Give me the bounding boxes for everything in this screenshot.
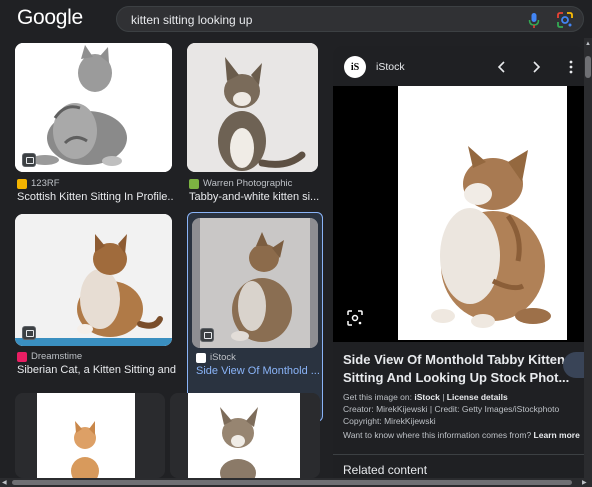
- get-image-site-link[interactable]: iStock: [414, 392, 440, 402]
- preview-title[interactable]: Side View Of Monthold Tabby Kitten Sitti…: [343, 351, 573, 387]
- image-badge-icon: [200, 328, 214, 342]
- result-source[interactable]: Warren Photographic: [189, 178, 292, 189]
- result-title[interactable]: Scottish Kitten Sitting In Profile...: [17, 191, 174, 203]
- result-title[interactable]: Side View Of Monthold ...: [196, 365, 320, 377]
- result-source[interactable]: 123RF: [17, 178, 60, 189]
- scroll-up-arrow-icon[interactable]: ▲: [585, 40, 591, 48]
- search-input[interactable]: kitten sitting looking up: [131, 13, 252, 27]
- result-source-label: iStock: [210, 352, 236, 363]
- result-source[interactable]: iStock: [196, 352, 236, 363]
- preview-image[interactable]: [398, 86, 567, 340]
- vertical-scrollbar[interactable]: ▲: [584, 38, 592, 478]
- info-question: Want to know where this information come…: [343, 430, 534, 440]
- kitten-thumbnail-image: [15, 43, 172, 172]
- microphone-icon[interactable]: [525, 10, 543, 30]
- creator-line: Creator: MirekKijewski | Credit: Getty I…: [343, 404, 560, 414]
- chevron-left-icon[interactable]: [493, 58, 511, 76]
- source-favicon-icon: [17, 351, 27, 362]
- scroll-right-arrow-icon[interactable]: ▶: [582, 479, 587, 487]
- google-lens-icon[interactable]: [555, 10, 575, 30]
- result-title[interactable]: Tabby-and-white kitten si...: [189, 191, 320, 203]
- large-image-preview[interactable]: [333, 86, 584, 342]
- image-badge-icon: [22, 153, 36, 167]
- source-favicon-icon: [189, 178, 199, 189]
- horizontal-scrollbar[interactable]: ◀ ▶: [0, 478, 592, 487]
- get-image-separator: |: [439, 392, 447, 402]
- visit-button[interactable]: [563, 352, 584, 378]
- kitten-preview-image: [398, 86, 567, 340]
- result-source-label: Dreamstime: [31, 351, 83, 362]
- panel-header: iS iStock: [333, 46, 584, 86]
- kitten-thumbnail-image: [187, 43, 318, 172]
- source-logo-icon[interactable]: iS: [344, 56, 366, 78]
- result-thumbnail[interactable]: [170, 393, 320, 478]
- result-thumbnail[interactable]: [15, 43, 172, 172]
- result-title[interactable]: Siberian Cat, a Kitten Sitting and ...: [17, 364, 177, 376]
- result-source-label: 123RF: [31, 178, 60, 189]
- learn-more-link[interactable]: Learn more: [534, 430, 580, 440]
- google-logo[interactable]: Google: [17, 6, 83, 30]
- header: Google kitten sitting looking up: [0, 0, 592, 38]
- chevron-right-icon[interactable]: [527, 58, 545, 76]
- horizontal-scroll-thumb[interactable]: [12, 480, 572, 485]
- related-content-heading: Related content: [343, 463, 428, 477]
- result-source-label: Warren Photographic: [203, 178, 293, 189]
- search-box[interactable]: kitten sitting looking up: [116, 6, 584, 32]
- result-source[interactable]: Dreamstime: [17, 351, 82, 362]
- result-thumbnail[interactable]: [15, 393, 165, 478]
- source-favicon-icon: [196, 352, 206, 363]
- license-details-link[interactable]: License details: [447, 392, 508, 402]
- source-favicon-icon: [17, 178, 27, 189]
- image-preview-panel: iS iStock Side View Of Monthold Tabby Ki…: [333, 46, 584, 478]
- panel-source-name[interactable]: iStock: [376, 61, 405, 73]
- search-inside-image-icon[interactable]: [346, 309, 364, 327]
- get-image-prefix: Get this image on:: [343, 392, 415, 402]
- copyright-line: Copyright: MirekKijewski: [343, 416, 436, 426]
- panel-divider: [333, 454, 584, 455]
- kitten-thumbnail-image: [15, 214, 172, 346]
- kitten-thumbnail-image: [15, 393, 165, 478]
- more-vert-icon[interactable]: [562, 58, 580, 76]
- info-line: Want to know where this information come…: [343, 430, 580, 440]
- result-thumbnail[interactable]: [187, 43, 318, 172]
- kitten-thumbnail-image: [170, 393, 320, 478]
- get-image-line: Get this image on: iStock | License deta…: [343, 392, 508, 402]
- result-thumbnail[interactable]: [15, 214, 172, 346]
- image-badge-icon: [22, 326, 36, 340]
- scroll-left-arrow-icon[interactable]: ◀: [2, 479, 7, 487]
- vertical-scroll-thumb[interactable]: [585, 56, 591, 78]
